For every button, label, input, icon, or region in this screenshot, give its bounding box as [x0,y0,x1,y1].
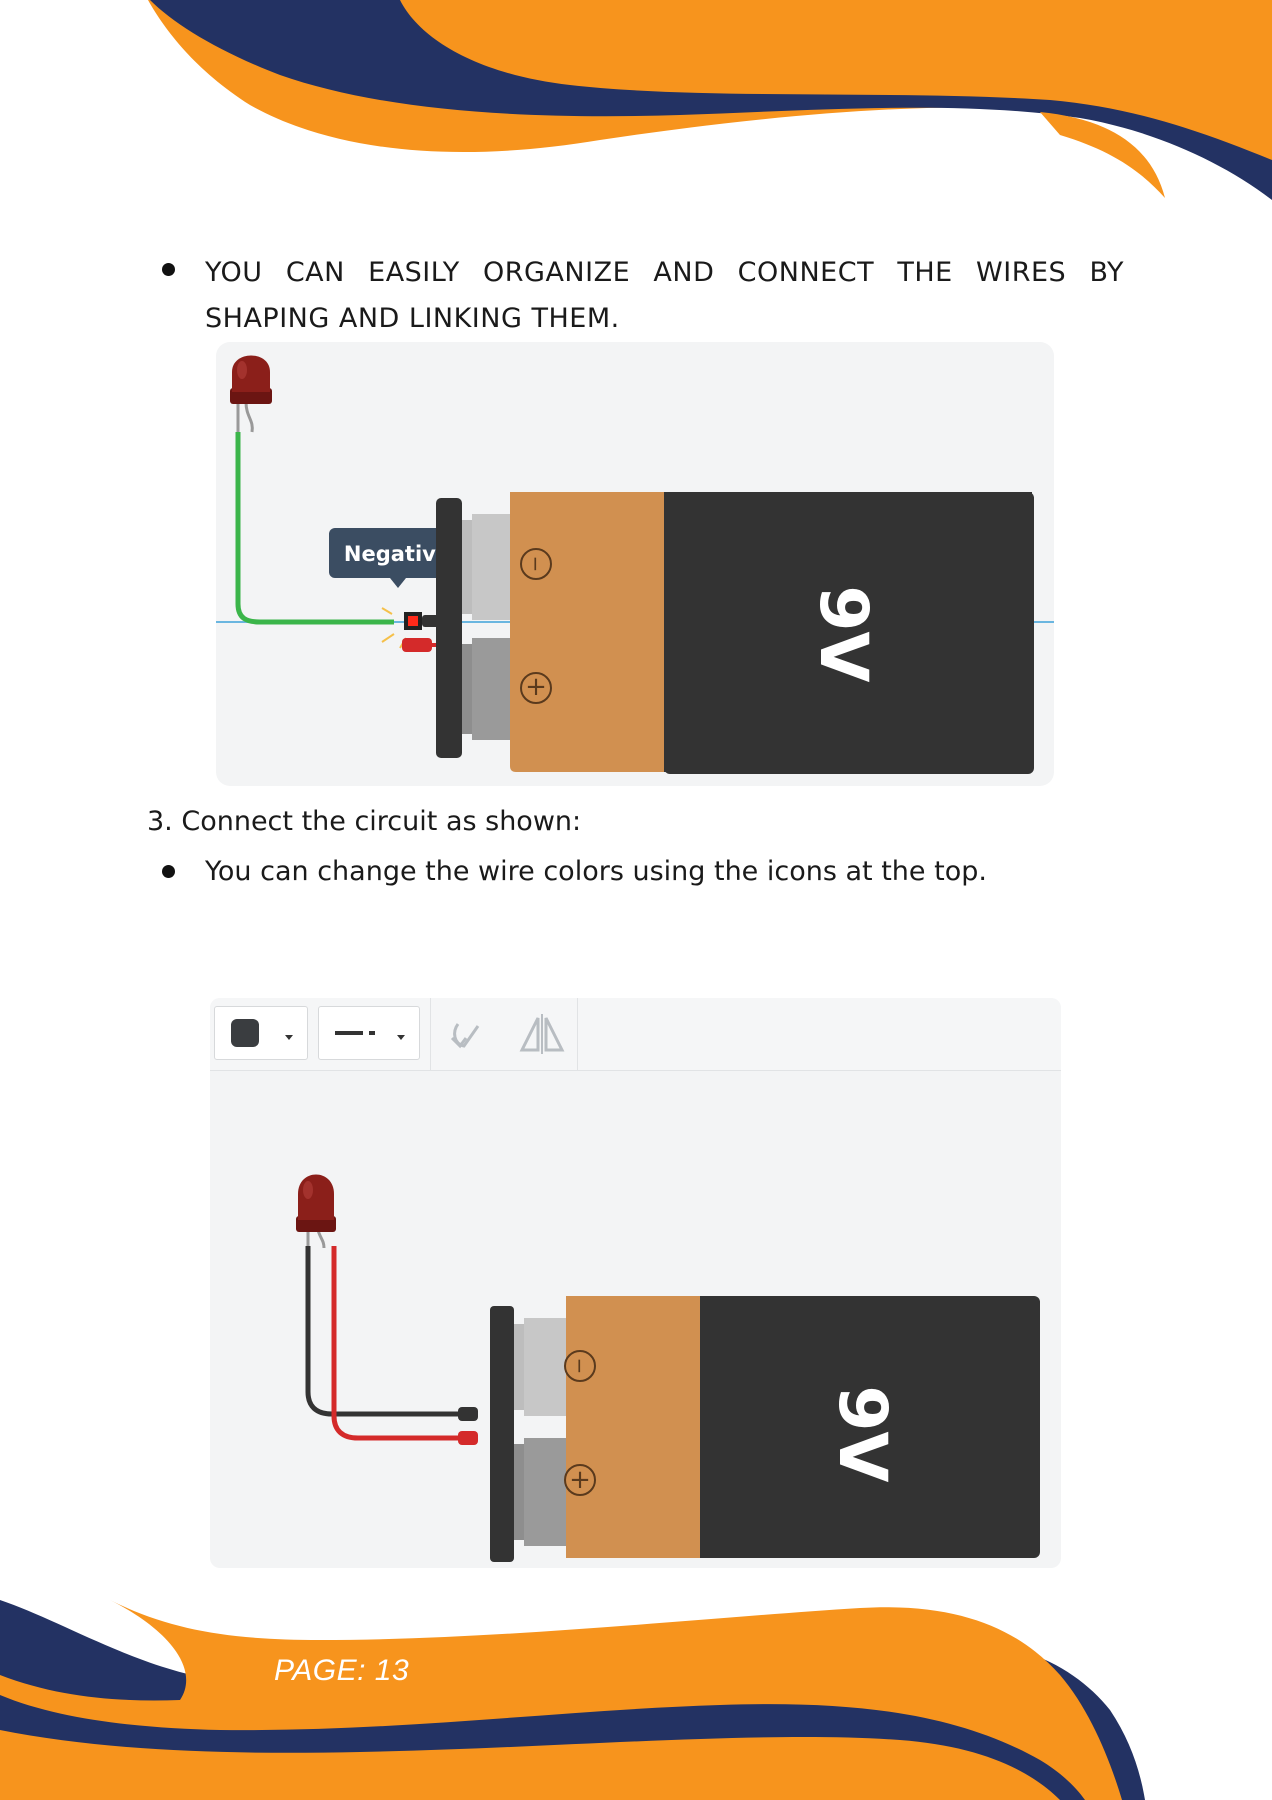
bullet-text: You can change the wire colors using the… [205,856,987,887]
battery-label: 9V [824,1385,901,1482]
black-wire [305,1246,462,1417]
minus-symbol: − [524,556,548,573]
bullet-text: YOU CAN EASILY ORGANIZE AND CONNECT THE … [205,257,1124,334]
wire-connectors [381,607,440,652]
step-3-text: 3. Connect the circuit as shown: [147,806,582,837]
battery-clip-bar [436,498,462,758]
led-icon [230,355,272,433]
bullet-organize-wires: YOU CAN EASILY ORGANIZE AND CONNECT THE … [162,250,1124,342]
battery-terminals [514,1318,566,1546]
top-wave-decoration [148,0,1272,200]
bullet-dot [162,263,175,276]
bottom-wave-decoration [0,1600,1145,1800]
battery-label: 9V [805,585,882,682]
wire-connectors [458,1407,478,1445]
circuit-figure-1: Negative − + 9V [216,342,1054,786]
red-wire [331,1246,462,1441]
led-icon [296,1174,336,1249]
tooltip-text: Negative [344,542,450,566]
minus-symbol: − [568,1358,592,1375]
battery-9v [564,1296,1040,1558]
page-number-label: PAGE: 13 [274,1654,410,1687]
plus-symbol: + [525,672,547,702]
battery-terminals [462,514,510,740]
battery-9v [510,492,1034,774]
plus-symbol: + [569,1465,591,1495]
bullet-dot [162,865,175,878]
green-wire [235,432,394,625]
bullet-wire-colors: You can change the wire colors using the… [162,852,1124,892]
circuit-figure-2: − + 9V [210,998,1061,1568]
battery-clip-bar [490,1306,514,1562]
